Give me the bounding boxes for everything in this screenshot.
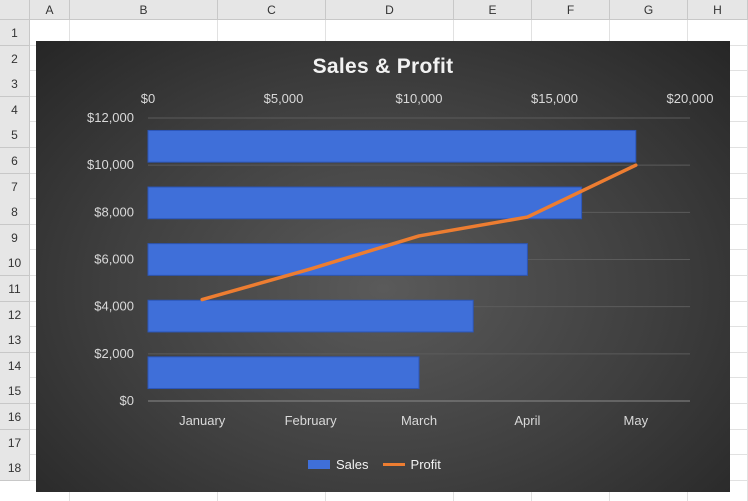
- column-header-f[interactable]: F: [532, 0, 610, 20]
- chart-legend: Sales Profit: [304, 454, 445, 474]
- column-header-b[interactable]: B: [70, 0, 218, 20]
- x-axis-category-label: May: [624, 413, 649, 428]
- bar-sales: [147, 356, 420, 390]
- y-axis-tick-label: $2,000: [94, 346, 134, 361]
- row-header-12[interactable]: 12: [0, 302, 30, 328]
- top-axis-tick-label: $15,000: [531, 91, 578, 106]
- y-axis-tick-label: $12,000: [87, 110, 134, 125]
- row-header-16[interactable]: 16: [0, 404, 30, 430]
- x-axis-category-label: March: [401, 413, 437, 428]
- column-header-a[interactable]: A: [30, 0, 70, 20]
- row-header-17[interactable]: 17: [0, 430, 30, 456]
- y-axis-tick-label: $4,000: [94, 299, 134, 314]
- chart-area[interactable]: Sales & Profit $0 $2,000 $4,000 $6,000 $8,00…: [36, 41, 730, 492]
- bar-sales: [147, 129, 637, 163]
- x-axis-category-label: February: [285, 413, 338, 428]
- legend-item-profit: Profit: [382, 456, 441, 472]
- row-header-18[interactable]: 18: [0, 455, 30, 481]
- row-header-7[interactable]: 7: [0, 174, 30, 200]
- column-header-e[interactable]: E: [454, 0, 532, 20]
- row-header-15[interactable]: 15: [0, 378, 30, 404]
- row-header-1[interactable]: 1: [0, 20, 30, 46]
- row-header-6[interactable]: 6: [0, 148, 30, 174]
- column-header-c[interactable]: C: [218, 0, 326, 20]
- top-axis-tick-label: $0: [141, 91, 155, 106]
- x-axis-category-label: January: [179, 413, 226, 428]
- y-axis-tick-label: $10,000: [87, 157, 134, 172]
- chart-plot: $0 $2,000 $4,000 $6,000 $8,000 $10,000 $12,000…: [87, 91, 714, 428]
- top-axis-tick-label: $5,000: [264, 91, 304, 106]
- row-header-4[interactable]: 4: [0, 97, 30, 123]
- row-header-3[interactable]: 3: [0, 71, 30, 97]
- y-axis-tick-label: $0: [120, 393, 134, 408]
- legend-swatch-profit: [382, 462, 405, 466]
- column-header-h[interactable]: H: [688, 0, 748, 20]
- row-header-14[interactable]: 14: [0, 353, 30, 379]
- row-header-2[interactable]: 2: [0, 46, 30, 72]
- legend-label-sales: Sales: [336, 456, 369, 472]
- row-header-10[interactable]: 10: [0, 250, 30, 276]
- row-header-5[interactable]: 5: [0, 122, 30, 148]
- x-axis-category-label: April: [514, 413, 540, 428]
- select-all-corner[interactable]: [0, 0, 30, 20]
- line-profit: [200, 163, 638, 302]
- legend-label-profit: Profit: [410, 456, 441, 472]
- legend-item-sales: Sales: [308, 457, 369, 472]
- row-header-13[interactable]: 13: [0, 327, 30, 353]
- top-axis-tick-label: $20,000: [667, 91, 714, 106]
- y-axis-tick-label: $6,000: [94, 252, 134, 267]
- row-header-8[interactable]: 8: [0, 199, 30, 225]
- row-header-9[interactable]: 9: [0, 225, 30, 251]
- bar-sales: [147, 186, 583, 220]
- top-axis-tick-label: $10,000: [396, 91, 443, 106]
- bar-sales: [147, 299, 474, 333]
- y-axis-tick-label: $8,000: [94, 204, 134, 219]
- column-header-g[interactable]: G: [610, 0, 688, 20]
- row-header-11[interactable]: 11: [0, 276, 30, 302]
- legend-swatch-sales: [308, 459, 330, 469]
- column-header-d[interactable]: D: [326, 0, 454, 20]
